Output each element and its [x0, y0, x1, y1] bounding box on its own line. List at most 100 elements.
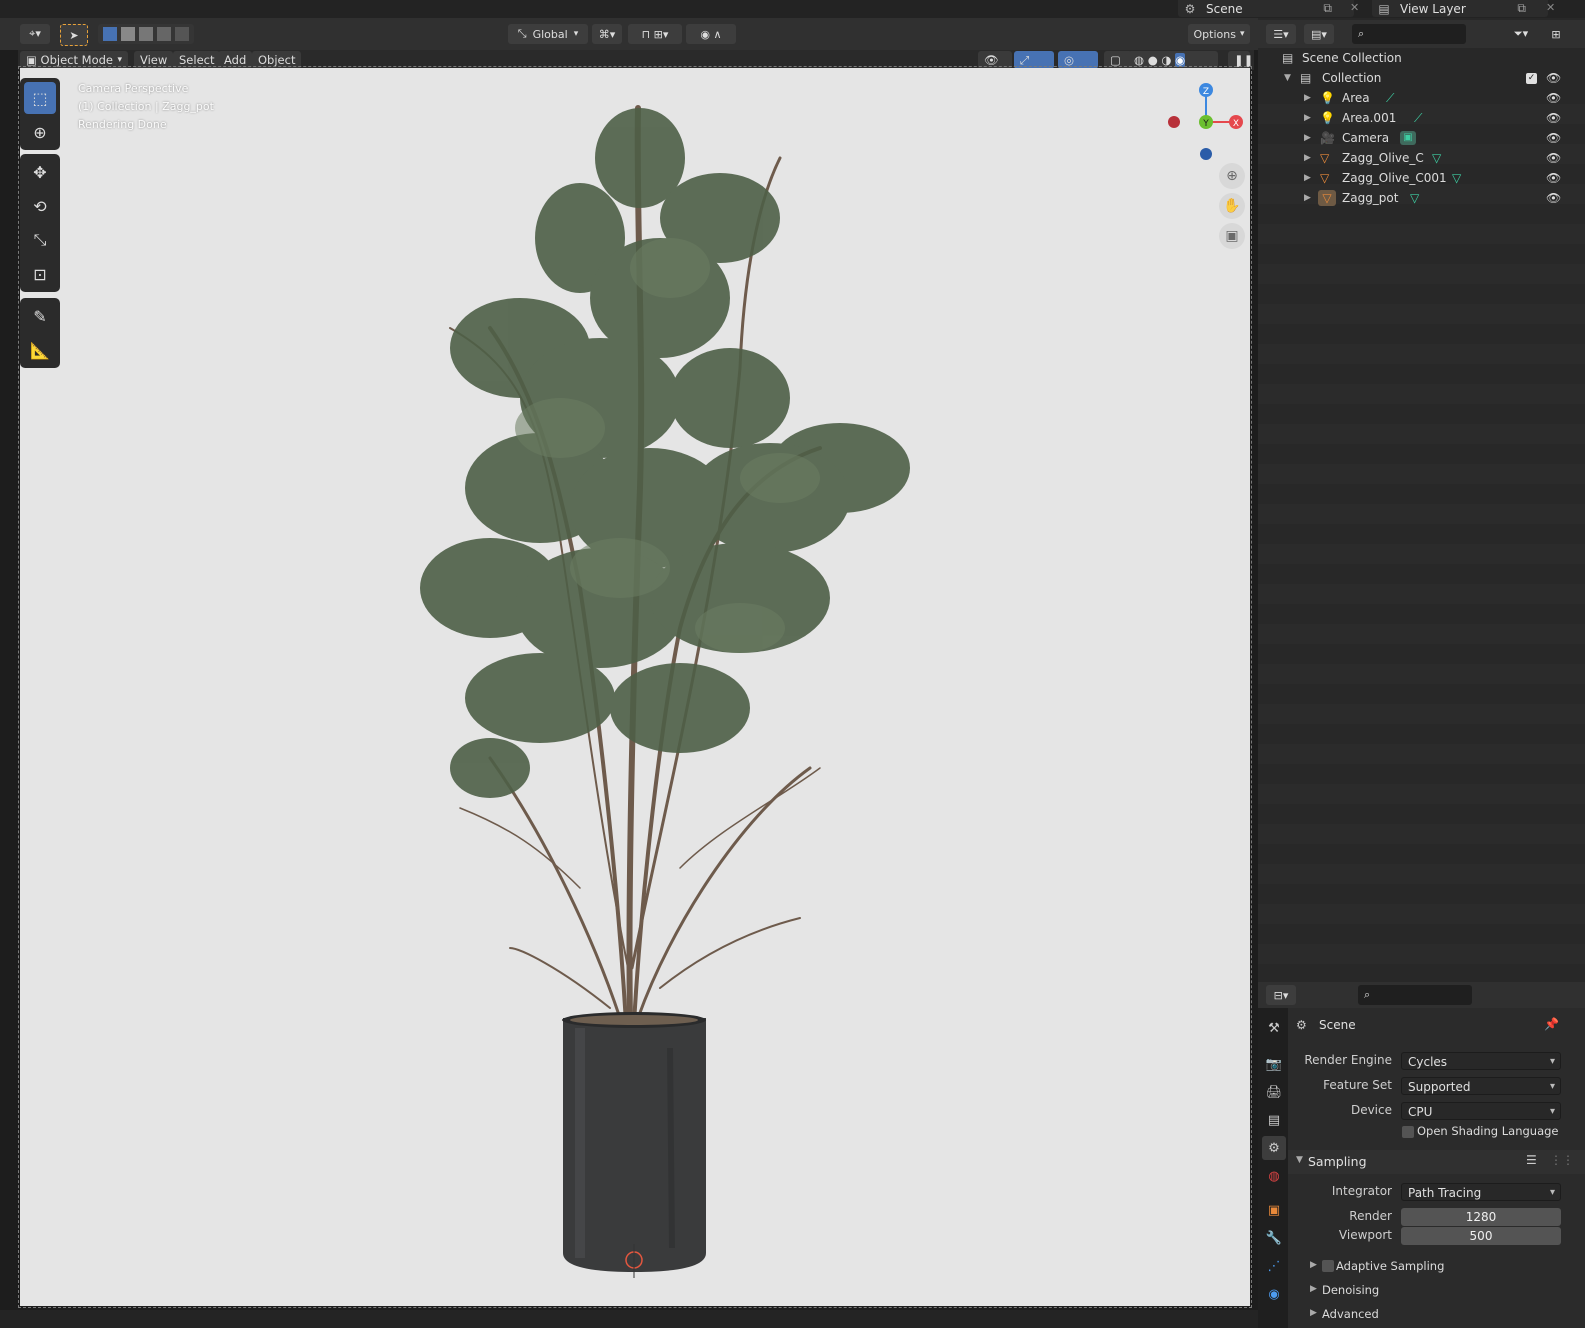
mesh-data-icon[interactable]: ▽: [1432, 151, 1441, 165]
expand-arrow-icon[interactable]: ▶: [1304, 153, 1311, 163]
rotate-tool[interactable]: ⟲: [24, 190, 56, 222]
scene-collection-row[interactable]: ▤ Scene Collection: [1258, 48, 1585, 68]
feature-set-dropdown[interactable]: Supported ▾: [1401, 1077, 1561, 1095]
measure-tool[interactable]: 📐: [24, 334, 56, 366]
transform-tool[interactable]: ⊡: [24, 258, 56, 290]
mesh-data-icon[interactable]: ▽: [1410, 191, 1419, 205]
outliner-item-camera[interactable]: ▶ 🎥 Camera ▣ 👁: [1258, 128, 1585, 148]
display-mode-dropdown[interactable]: ▤▾: [1304, 24, 1334, 44]
mesh-object-icon: ▽: [1318, 190, 1336, 206]
options-dropdown[interactable]: Options ▾: [1188, 24, 1250, 44]
outliner-editor-type-button[interactable]: ☰▾: [1266, 24, 1296, 44]
view-layer-tab[interactable]: ▤: [1262, 1108, 1286, 1132]
collection-row[interactable]: ▼ ▤ Collection ✓ 👁: [1258, 68, 1585, 88]
remove-scene-icon[interactable]: ✕: [1350, 1, 1359, 14]
sampling-panel-header[interactable]: ▼ Sampling ☰ ⋮⋮: [1288, 1150, 1585, 1174]
expand-arrow-icon[interactable]: ▶: [1304, 133, 1311, 143]
snap-group[interactable]: ⊓ ⊞▾: [628, 24, 682, 44]
eye-icon[interactable]: 👁: [1546, 151, 1561, 165]
solid-shading-icon[interactable]: ●: [1148, 53, 1158, 67]
adaptive-sampling-checkbox[interactable]: [1322, 1260, 1334, 1272]
remove-view-layer-icon[interactable]: ✕: [1546, 1, 1555, 14]
denoising-subpanel[interactable]: ▶ Denoising: [1288, 1280, 1585, 1302]
properties-editor-type-button[interactable]: ⊟▾: [1266, 985, 1296, 1005]
expand-arrow-icon[interactable]: ▶: [1304, 113, 1311, 123]
mesh-data-icon[interactable]: ▽: [1452, 171, 1461, 185]
eye-icon[interactable]: 👁: [1546, 131, 1561, 145]
pivot-dropdown[interactable]: ⌘▾: [592, 24, 622, 44]
properties-search-input[interactable]: ⌕: [1358, 985, 1472, 1005]
tool-tab[interactable]: ⚒: [1262, 1016, 1286, 1040]
wireframe-shading-icon[interactable]: ◍: [1134, 53, 1144, 67]
pin-icon[interactable]: 📌: [1544, 1017, 1559, 1031]
eye-icon[interactable]: 👁: [1546, 111, 1561, 125]
filter-dropdown[interactable]: ⏷▾: [1506, 24, 1536, 44]
viewport-samples-field[interactable]: 500: [1401, 1227, 1561, 1245]
outliner-item-zagg-pot[interactable]: ▶ ▽ Zagg_pot ▽ 👁: [1258, 188, 1585, 208]
physics-tab[interactable]: ◉: [1262, 1282, 1286, 1306]
select-invert-icon[interactable]: [157, 27, 171, 41]
scale-tool[interactable]: ⤡: [24, 224, 56, 256]
presets-list-icon[interactable]: ☰: [1526, 1153, 1537, 1167]
editor-type-button[interactable]: ⌖▾: [20, 24, 50, 44]
outliner-item-area-001[interactable]: ▶ 💡 Area.001 ⟋ 👁: [1258, 108, 1585, 128]
expand-arrow-icon[interactable]: ▶: [1304, 193, 1311, 203]
select-subtract-icon[interactable]: [139, 27, 153, 41]
osl-checkbox[interactable]: [1402, 1126, 1414, 1138]
chevron-down-icon: ▾: [573, 29, 579, 39]
world-tab[interactable]: ◍: [1262, 1164, 1286, 1188]
camera-data-icon[interactable]: ▣: [1400, 131, 1416, 145]
outliner-item-zagg-olive-c001[interactable]: ▶ ▽ Zagg_Olive_C001 ▽ 👁: [1258, 168, 1585, 188]
eye-icon[interactable]: 👁: [1546, 171, 1561, 185]
expand-arrow-icon: ▶: [1310, 1284, 1317, 1294]
particles-tab[interactable]: ⋰: [1262, 1254, 1286, 1278]
select-new-icon[interactable]: [103, 27, 117, 41]
collection-icon: ▤: [1300, 71, 1312, 85]
material-shading-icon[interactable]: ◑: [1161, 53, 1171, 67]
rendered-shading-icon[interactable]: ◉: [1175, 53, 1186, 67]
eye-icon[interactable]: 👁: [1546, 191, 1561, 205]
modifier-tab[interactable]: 🔧: [1262, 1226, 1286, 1250]
new-collection-button[interactable]: ⊞: [1546, 24, 1566, 44]
render-samples-field[interactable]: 1280: [1401, 1208, 1561, 1226]
eye-icon[interactable]: 👁: [1546, 71, 1561, 85]
select-extend-icon[interactable]: [121, 27, 135, 41]
integrator-dropdown[interactable]: Path Tracing ▾: [1401, 1183, 1561, 1201]
device-dropdown[interactable]: CPU ▾: [1401, 1102, 1561, 1120]
advanced-subpanel[interactable]: ▶ Advanced: [1288, 1304, 1585, 1326]
move-tool[interactable]: ✥: [24, 156, 56, 188]
light-data-icon[interactable]: ⟋: [1386, 91, 1394, 106]
outliner-item-zagg-olive-c[interactable]: ▶ ▽ Zagg_Olive_C ▽ 👁: [1258, 148, 1585, 168]
annotate-tool[interactable]: ✎: [24, 300, 56, 332]
render-tab[interactable]: 📷: [1262, 1052, 1286, 1076]
select-box-tool[interactable]: ⬚: [24, 82, 56, 114]
scene-properties-panel: ⚙ Scene 📌 Render Engine Cycles ▾ Feature…: [1288, 1008, 1585, 1328]
duplicate-scene-icon[interactable]: ⧉: [1323, 1, 1332, 16]
outliner-search-input[interactable]: ⌕: [1352, 24, 1466, 44]
adaptive-sampling-subpanel[interactable]: ▶ Adaptive Sampling: [1288, 1256, 1585, 1278]
outliner-item-area[interactable]: ▶ 💡 Area ⟋ 👁: [1258, 88, 1585, 108]
scene-selector[interactable]: ⚙ Scene ⧉: [1178, 0, 1354, 17]
orientation-dropdown[interactable]: ⤡ Global ▾: [508, 24, 588, 44]
object-tab[interactable]: ▣: [1262, 1198, 1286, 1222]
view-layer-selector[interactable]: ▤ View Layer ⧉: [1372, 0, 1548, 17]
output-tab[interactable]: 🖨: [1262, 1080, 1286, 1104]
select-intersect-icon[interactable]: [175, 27, 189, 41]
exclude-checkbox[interactable]: ✓: [1526, 72, 1537, 84]
duplicate-view-layer-icon[interactable]: ⧉: [1517, 1, 1526, 16]
outliner-stripe: [1258, 664, 1585, 684]
cursor-tool[interactable]: ⊕: [24, 116, 56, 148]
sampling-label: Sampling: [1308, 1154, 1367, 1169]
outliner-item-label: Area.001: [1342, 111, 1397, 125]
light-data-icon[interactable]: ⟋: [1414, 111, 1422, 126]
expand-arrow-icon[interactable]: ▼: [1284, 73, 1291, 83]
render-engine-dropdown[interactable]: Cycles ▾: [1401, 1052, 1561, 1070]
drag-handle-icon[interactable]: ⋮⋮: [1550, 1153, 1574, 1167]
expand-arrow-icon[interactable]: ▶: [1304, 173, 1311, 183]
scene-tab[interactable]: ⚙: [1262, 1136, 1286, 1160]
active-tool-button[interactable]: ➤: [60, 24, 88, 46]
select-mode-group[interactable]: [98, 24, 194, 44]
proportional-edit-group[interactable]: ◉ ∧: [686, 24, 736, 44]
expand-arrow-icon[interactable]: ▶: [1304, 93, 1311, 103]
eye-icon[interactable]: 👁: [1546, 91, 1561, 105]
